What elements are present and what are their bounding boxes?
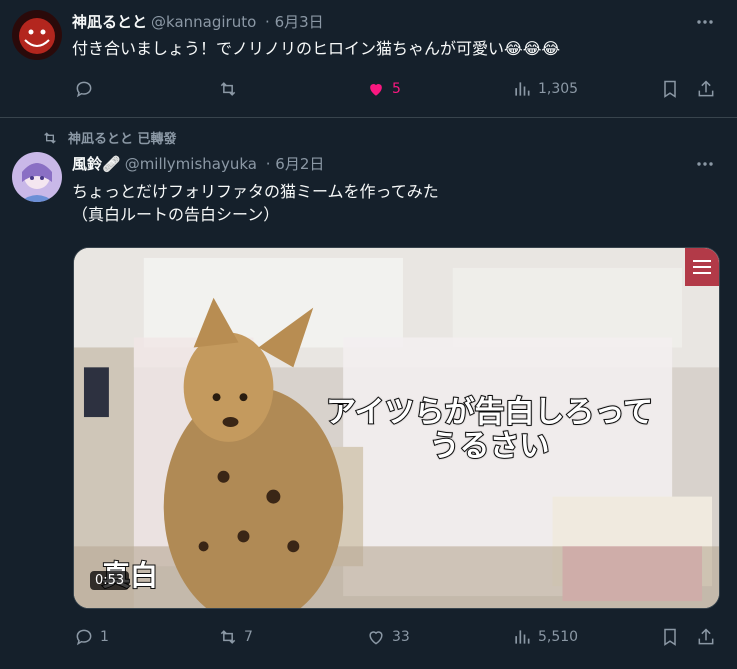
display-name[interactable]: 風鈴🩹: [72, 155, 121, 173]
video-caption-line-1: アイツらが告白しろって: [325, 395, 654, 431]
reply-count: 1: [100, 629, 109, 645]
video-caption: アイツらが告白しろって うるさい: [325, 395, 654, 465]
retweet-count: 7: [244, 629, 253, 645]
tweet-2[interactable]: 風鈴🩹 @millymishayuka · 6月2日 ちょっとだけフォリファタの猫…: [0, 118, 737, 669]
share-button[interactable]: [696, 627, 716, 647]
heart-icon: [369, 631, 383, 645]
bookmark-icon: [664, 628, 676, 646]
like-button[interactable]: 33: [366, 627, 410, 647]
view-count: 1,305: [538, 81, 579, 97]
video-menu-icon[interactable]: [685, 248, 719, 286]
like-button[interactable]: 5: [366, 79, 401, 99]
view-count: 5,510: [538, 629, 579, 645]
bookmark-button[interactable]: [660, 79, 680, 99]
share-button[interactable]: [696, 79, 716, 99]
tweet-2-header: 風鈴🩹 @millymishayuka · 6月2日: [72, 155, 325, 173]
views-button[interactable]: 1,305: [512, 79, 578, 99]
reply-button[interactable]: [74, 79, 100, 99]
retweet-button[interactable]: [218, 79, 244, 99]
tweet-text: 付き合いましょう！でノリノリのヒロイン猫ちゃんが可愛い😂😂😂: [72, 39, 561, 58]
views-button[interactable]: 5,510: [512, 627, 578, 647]
like-count: 33: [392, 629, 410, 645]
bookmark-button[interactable]: [660, 627, 680, 647]
reply-icon: [76, 629, 92, 646]
avatar-millymishayuka[interactable]: [12, 152, 62, 202]
tweet-1-actions: 5 1,305: [72, 79, 721, 101]
tweet-2-actions: 1 7 33 5,510: [72, 627, 721, 649]
handle[interactable]: @kannagiruto: [151, 13, 256, 31]
analytics-icon: [515, 630, 530, 644]
tweet-date[interactable]: 6月2日: [275, 155, 324, 173]
avatar-kannagiruto[interactable]: [12, 10, 62, 60]
handle[interactable]: @millymishayuka: [125, 155, 257, 173]
more-options-icon[interactable]: [695, 12, 715, 32]
share-icon: [698, 80, 714, 97]
tweet-1-header: 神凪るとと @kannagiruto · 6月3日: [72, 13, 324, 31]
tweet-text: ちょっとだけフォリファタの猫ミームを作ってみた （真白ルートの告白シーン）: [72, 180, 439, 226]
tweet-1[interactable]: 神凪るとと @kannagiruto · 6月3日 付き合いましょう！でノリノリの…: [0, 0, 737, 118]
bookmark-icon: [664, 80, 676, 98]
video-player[interactable]: アイツらが告白しろって うるさい 真白 0:53: [73, 247, 720, 609]
display-name[interactable]: 神凪るとと: [72, 13, 147, 31]
retweet-button[interactable]: 7: [218, 627, 253, 647]
more-options-icon[interactable]: [695, 154, 715, 174]
heart-filled-icon: [370, 84, 382, 96]
retweet-icon: [220, 82, 236, 96]
reply-button[interactable]: 1: [74, 627, 109, 647]
analytics-icon: [515, 82, 530, 96]
video-caption-line-2: うるさい: [429, 429, 551, 465]
tweet-text-line-2: （真白ルートの告白シーン）: [72, 205, 280, 224]
video-duration: 0:53: [90, 571, 130, 590]
share-icon: [698, 628, 714, 645]
reply-icon: [76, 81, 92, 98]
tweet-date[interactable]: 6月3日: [275, 13, 324, 31]
retweet-icon: [220, 630, 236, 644]
tweet-text-line-1: ちょっとだけフォリファタの猫ミームを作ってみた: [72, 182, 439, 201]
like-count: 5: [392, 81, 401, 97]
